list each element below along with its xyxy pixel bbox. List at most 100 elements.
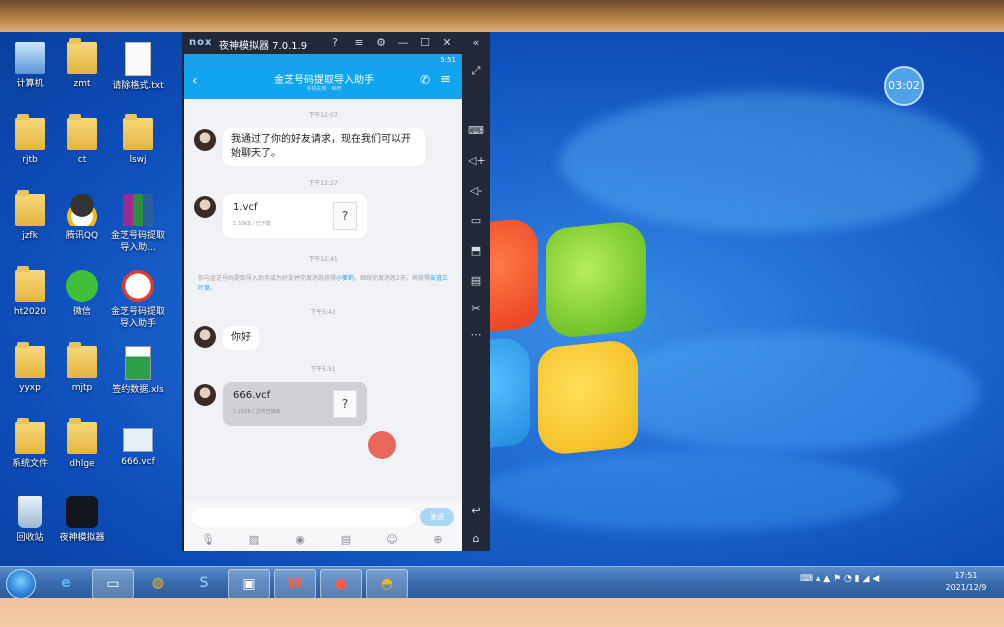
start-button[interactable] bbox=[6, 569, 36, 599]
desktop-icon-excel[interactable]: 签约数据.xls bbox=[108, 346, 168, 396]
system-message-text: 。 bbox=[210, 285, 217, 292]
screen-icon[interactable]: ▭ bbox=[468, 214, 484, 228]
message-bubble[interactable]: 我通过了你的好友请求，现在我们可以开始聊天了。 bbox=[223, 128, 425, 166]
folder-icon bbox=[123, 114, 153, 150]
system-tray[interactable]: ⌨ ▴ ▲ ⚑ ◔ ▮ ◢ ◀ bbox=[800, 574, 879, 584]
desktop-icon-system-files[interactable]: 系统文件 bbox=[0, 418, 60, 470]
message-timestamp: 下午5:51 bbox=[310, 366, 336, 373]
message-bubble[interactable]: 你好 bbox=[223, 326, 259, 350]
desktop-icon-lswj[interactable]: lswj bbox=[108, 114, 168, 166]
install-apk-icon[interactable]: ⬒ bbox=[468, 244, 484, 258]
more-icon[interactable]: ⋯ bbox=[468, 328, 484, 342]
red-packet-icon[interactable]: ▤ bbox=[338, 533, 354, 547]
ie-icon[interactable]: e bbox=[46, 569, 86, 597]
chrome-icon[interactable]: ◍ bbox=[138, 569, 178, 597]
scissors-icon[interactable]: ✂ bbox=[468, 302, 484, 316]
message-input[interactable] bbox=[192, 508, 416, 526]
desktop-icon-archive[interactable]: 金芝号码提取导入助... bbox=[108, 194, 168, 254]
chat-contact-name: 金芝号码提取导入助手 bbox=[274, 75, 374, 86]
desktop-icon-mjtp[interactable]: mjtp bbox=[52, 342, 112, 394]
back-icon[interactable]: ‹ bbox=[192, 73, 198, 89]
app-taskbar-icon[interactable]: ● bbox=[320, 569, 362, 599]
nox-logo: nox bbox=[189, 37, 213, 48]
plus-icon[interactable]: ⊕ bbox=[430, 533, 446, 547]
chat-menu-icon[interactable]: ≡ bbox=[440, 72, 451, 87]
help-icon[interactable]: ? bbox=[326, 35, 344, 51]
menu-icon[interactable]: ≡ bbox=[350, 35, 368, 51]
emulator-titlebar[interactable]: nox 夜神模拟器 7.0.1.9 ? ≡ ⚙ — ☐ ✕ « bbox=[182, 32, 490, 54]
message-timestamp: 下午12:41 bbox=[308, 256, 338, 263]
android-screen: 5:51 ‹ 金芝号码提取导入助手 手机在线 - WiFi ✆ ≡ 下午12:0… bbox=[184, 54, 462, 551]
desktop-icon-ct[interactable]: ct bbox=[52, 114, 112, 166]
desktop-icon-jzfk[interactable]: jzfk bbox=[0, 190, 60, 242]
desktop-icon-vcf[interactable]: 666.vcf bbox=[108, 422, 168, 468]
desktop-icon-zmt[interactable]: zmt bbox=[52, 38, 112, 90]
close-icon[interactable]: ✕ bbox=[438, 35, 456, 51]
desktop-icon-dhlge[interactable]: dhlge bbox=[52, 418, 112, 470]
desktop-icon-yyxp[interactable]: yyxp bbox=[0, 342, 60, 394]
icon-label: 666.vcf bbox=[121, 457, 155, 467]
avatar[interactable] bbox=[194, 326, 216, 348]
send-button[interactable]: 发送 bbox=[420, 508, 454, 526]
folder-icon bbox=[15, 266, 45, 302]
volume-up-icon[interactable]: ◁+ bbox=[468, 154, 486, 168]
image-icon[interactable]: ▨ bbox=[246, 533, 262, 547]
emulator-sidebar: ⤢ ⌨ ◁+ ◁- ▭ ⬒ ▤ ✂ ⋯ ↩ ⌂ bbox=[462, 54, 490, 551]
volume-down-icon[interactable]: ◁- bbox=[468, 184, 484, 198]
desktop-icon-text-file[interactable]: 请除格式.txt bbox=[108, 42, 168, 92]
system-message-link[interactable]: 小萝莉 bbox=[336, 275, 354, 282]
android-home-icon[interactable]: ⌂ bbox=[468, 532, 484, 546]
recycle-bin-icon bbox=[18, 496, 42, 528]
voice-icon[interactable]: 🎙 bbox=[200, 533, 216, 547]
camera-icon[interactable]: ◉ bbox=[292, 533, 308, 547]
nox-taskbar-icon[interactable]: ▣ bbox=[228, 569, 270, 599]
minimize-icon[interactable]: — bbox=[394, 35, 412, 51]
icon-label: jzfk bbox=[22, 231, 38, 241]
sogou-icon[interactable]: S bbox=[184, 569, 224, 597]
folder-icon bbox=[67, 38, 97, 74]
emoji-icon[interactable]: ☺ bbox=[384, 533, 400, 547]
screen-bottom-strip bbox=[0, 598, 1004, 627]
avatar[interactable] bbox=[194, 129, 216, 151]
qq-taskbar-icon[interactable]: ◓ bbox=[366, 569, 408, 599]
unknown-file-icon: ? bbox=[333, 202, 357, 230]
screen-top-strip bbox=[0, 0, 1004, 32]
folder-icon bbox=[67, 342, 97, 378]
fullscreen-icon[interactable]: ⤢ bbox=[468, 64, 484, 78]
avatar[interactable] bbox=[194, 384, 216, 406]
desktop-icon-qq[interactable]: 腾讯QQ bbox=[52, 194, 112, 242]
icon-label: yyxp bbox=[19, 383, 41, 393]
keyboard-icon[interactable]: ⌨ bbox=[468, 124, 484, 138]
desktop-icon-app[interactable]: 金芝号码提取导入助手 bbox=[108, 270, 168, 330]
taskbar-clock[interactable]: 17:51 2021/12/9 bbox=[938, 570, 994, 594]
avatar[interactable] bbox=[194, 196, 216, 218]
desktop-icon-ht2020[interactable]: ht2020 bbox=[0, 266, 60, 318]
call-icon[interactable]: ✆ bbox=[420, 73, 430, 87]
message-timestamp: 下午12:27 bbox=[308, 180, 338, 187]
folder-icon bbox=[15, 190, 45, 226]
desktop-icon-wechat[interactable]: 微信 bbox=[52, 270, 112, 318]
icon-label: 微信 bbox=[72, 307, 91, 317]
desktop-icon-computer[interactable]: 计算机 bbox=[0, 42, 60, 90]
folder-icon bbox=[67, 418, 97, 454]
maximize-icon[interactable]: ☐ bbox=[416, 35, 434, 51]
nox-icon bbox=[66, 496, 98, 528]
wps-icon[interactable]: W bbox=[274, 569, 316, 599]
windows-taskbar: e ▭ ◍ S ▣ W ● ◓ ⌨ ▴ ▲ ⚑ ◔ ▮ ◢ ◀ 17:51 20… bbox=[0, 566, 1004, 599]
message-timestamp: 下午12:07 bbox=[308, 112, 338, 119]
clock-time: 17:51 bbox=[954, 571, 978, 580]
desktop-icon-rjtb[interactable]: rjtb bbox=[0, 114, 60, 166]
icon-label: 夜神模拟器 bbox=[59, 533, 105, 543]
file-message[interactable]: 1.vcf 1.33KB / 已下载 ? bbox=[223, 194, 367, 238]
file-message-selected[interactable]: 666.vcf 1.21KB / 文件已接收 ? bbox=[223, 382, 367, 426]
folder-share-icon[interactable]: ▤ bbox=[468, 274, 484, 288]
folder-icon bbox=[15, 114, 45, 150]
desktop-icon-nox[interactable]: 夜神模拟器 bbox=[52, 496, 112, 544]
android-back-icon[interactable]: ↩ bbox=[468, 504, 484, 518]
text-file-icon bbox=[125, 42, 151, 76]
settings-icon[interactable]: ⚙ bbox=[372, 35, 390, 51]
collapse-sidebar-icon[interactable]: « bbox=[467, 35, 485, 51]
explorer-icon[interactable]: ▭ bbox=[92, 569, 134, 599]
icon-label: 金芝号码提取导入助手 bbox=[110, 307, 165, 329]
desktop-icon-recycle-bin[interactable]: 回收站 bbox=[0, 496, 60, 544]
